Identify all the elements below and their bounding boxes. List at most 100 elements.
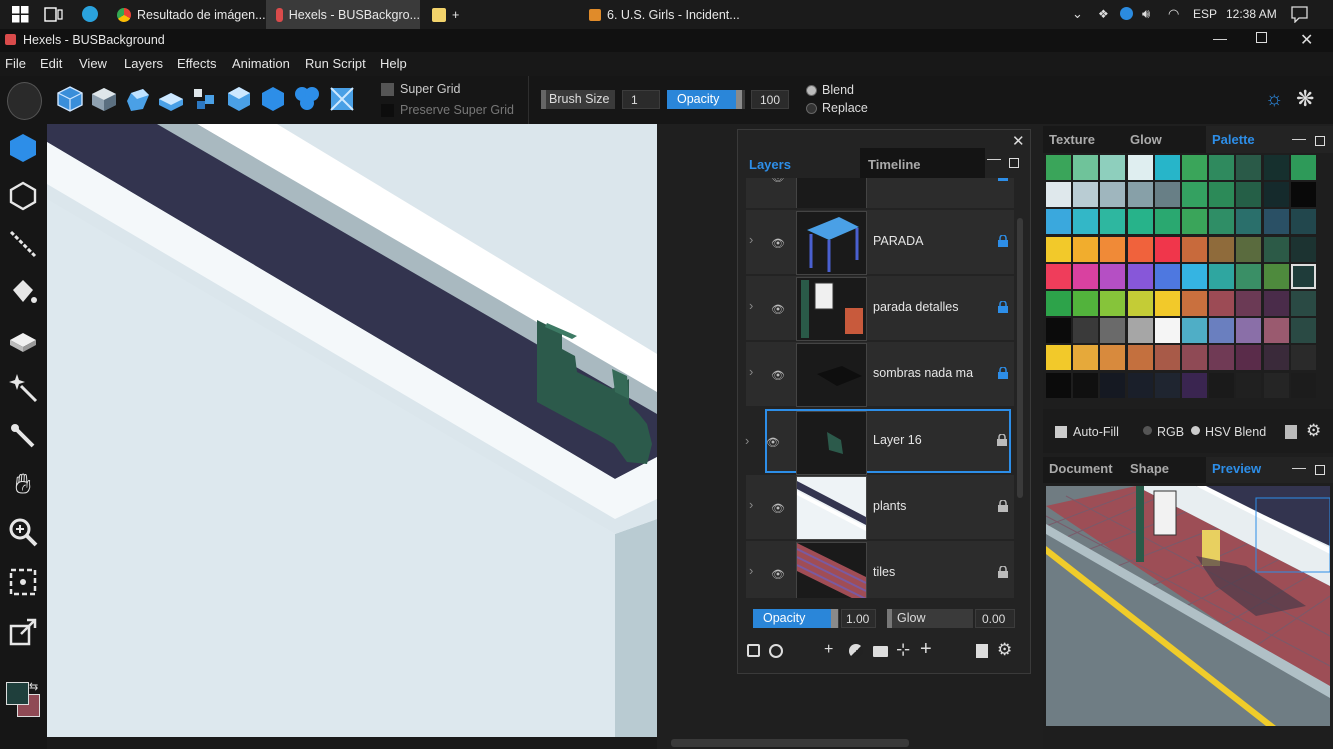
layer-row[interactable]: 👁︎ bus	[746, 178, 1014, 208]
transform-tool[interactable]	[5, 614, 41, 650]
palette-swatch[interactable]	[1263, 345, 1289, 371]
palette-swatch[interactable]	[1290, 291, 1316, 316]
hex-outline-tool[interactable]	[5, 178, 41, 214]
hexagon-icon[interactable]	[259, 85, 287, 113]
canvas-hscrollbar[interactable]	[47, 737, 657, 749]
palette-swatch[interactable]	[1290, 263, 1316, 289]
gear-icon[interactable]: ⚙︎	[1306, 421, 1321, 441]
palette-swatch[interactable]	[1100, 155, 1126, 180]
scatter-cubes-icon[interactable]	[191, 85, 219, 113]
lock-icon[interactable]	[997, 434, 1007, 446]
notifications-icon[interactable]	[1291, 6, 1308, 23]
lock-icon[interactable]	[998, 235, 1008, 247]
palette-swatch[interactable]	[1127, 155, 1153, 180]
palette-swatch[interactable]	[1100, 263, 1126, 289]
palette-swatch[interactable]	[1046, 345, 1071, 371]
menu-view[interactable]: View	[79, 56, 107, 71]
preserve-super-grid-checkbox[interactable]	[381, 104, 394, 117]
palette-swatch[interactable]	[1100, 209, 1126, 235]
palette-swatch[interactable]	[1290, 182, 1316, 208]
tab-timeline[interactable]: Timeline	[860, 148, 985, 178]
eye-icon[interactable]: 👁︎	[771, 303, 785, 316]
diamond-grid-icon[interactable]	[328, 85, 356, 113]
undock-icon[interactable]	[1009, 158, 1019, 168]
palette-grid[interactable]	[1046, 155, 1333, 409]
tab-document[interactable]: Document	[1049, 461, 1113, 476]
hex-brush-tool[interactable]	[5, 130, 41, 166]
marquee-tool[interactable]	[5, 564, 41, 600]
palette-swatch[interactable]	[1073, 263, 1099, 289]
palette-swatch[interactable]	[1100, 291, 1126, 316]
palette-swatch[interactable]	[1073, 155, 1099, 180]
palette-swatch[interactable]	[1127, 182, 1153, 208]
scrollbar-thumb[interactable]	[671, 739, 909, 747]
tab-texture[interactable]: Texture	[1049, 132, 1095, 147]
palette-swatch[interactable]	[1100, 372, 1126, 398]
magic-wand-tool[interactable]	[5, 370, 41, 406]
add-layer-icon[interactable]: +	[824, 641, 833, 659]
palette-swatch[interactable]	[1209, 372, 1235, 398]
layer-glow-slider[interactable]: Glow	[887, 609, 973, 628]
super-grid-checkbox[interactable]	[381, 83, 394, 96]
cube-icon[interactable]	[90, 85, 118, 113]
brush-size-slider[interactable]: Brush Size	[541, 90, 615, 109]
palette-swatch[interactable]	[1100, 345, 1126, 371]
undock-icon[interactable]	[1315, 136, 1325, 146]
palette-swatch[interactable]	[1154, 155, 1180, 180]
task-view-icon[interactable]	[44, 7, 63, 22]
undock-icon[interactable]	[1315, 465, 1325, 475]
palette-swatch[interactable]	[1127, 372, 1153, 398]
palette-swatch[interactable]	[1209, 345, 1235, 371]
layer-row-layer-16-selected[interactable]: › 👁︎ Layer 16	[745, 409, 1011, 475]
palette-swatch[interactable]	[1127, 345, 1153, 371]
rgb-radio[interactable]	[1143, 426, 1152, 435]
palette-swatch[interactable]	[1236, 209, 1262, 235]
restore-icon[interactable]	[1256, 32, 1267, 43]
close-icon[interactable]: ✕	[1300, 30, 1313, 50]
layer-row-parada-detalles[interactable]: › 👁︎ parada detalles	[746, 276, 1014, 341]
taskbar-tab-chrome[interactable]: Resultado de imágen...	[117, 0, 266, 29]
palette-swatch[interactable]	[1100, 182, 1126, 208]
palette-swatch[interactable]	[1290, 155, 1316, 180]
chevron-right-icon[interactable]: ›	[749, 232, 753, 247]
palette-swatch[interactable]	[1154, 372, 1180, 398]
menu-edit[interactable]: Edit	[40, 56, 62, 71]
taskbar-tab-music[interactable]: 6. U.S. Girls - Incident...	[589, 0, 740, 29]
palette-swatch[interactable]	[1046, 291, 1071, 316]
chevron-right-icon[interactable]: ›	[749, 364, 753, 379]
layer-row-parada[interactable]: › 👁︎ PARADA	[746, 210, 1014, 275]
zoom-tool[interactable]	[5, 514, 41, 550]
hex-outline-icon[interactable]	[225, 85, 253, 113]
palette-swatch[interactable]	[1046, 236, 1071, 262]
layer-row-plants[interactable]: › 👁︎ plants	[746, 475, 1014, 540]
palette-swatch[interactable]	[1236, 372, 1262, 398]
eye-icon[interactable]: 👁︎	[771, 502, 785, 515]
fill-tool[interactable]	[5, 274, 41, 310]
palette-swatch[interactable]	[1127, 209, 1153, 235]
palette-swatch[interactable]	[1236, 291, 1262, 316]
avatar-icon[interactable]	[7, 82, 42, 120]
palette-swatch[interactable]	[1046, 372, 1071, 398]
minimize-icon[interactable]: —	[1292, 459, 1306, 475]
replace-radio[interactable]	[806, 103, 817, 114]
gear-icon[interactable]: ⚙︎	[997, 640, 1012, 660]
tab-layers[interactable]: Layers	[743, 148, 860, 178]
eye-icon[interactable]: 👁︎	[766, 436, 780, 449]
palette-swatch[interactable]	[1290, 318, 1316, 344]
palette-swatch[interactable]	[1127, 291, 1153, 316]
layers-scrollbar[interactable]	[1017, 218, 1023, 498]
minimize-icon[interactable]: —	[1292, 130, 1306, 146]
palette-swatch[interactable]	[1263, 182, 1289, 208]
palette-swatch[interactable]	[1046, 318, 1071, 344]
trash-icon[interactable]	[1285, 425, 1297, 439]
layer-glow-input[interactable]: 0.00	[975, 609, 1015, 628]
telegram-icon[interactable]	[82, 6, 98, 22]
taskbar-tab-hexels[interactable]: Hexels - BUSBackgro...	[266, 0, 420, 29]
palette-swatch[interactable]	[1236, 318, 1262, 344]
clock[interactable]: 12:38 AM	[1226, 7, 1277, 21]
hex-cluster-icon[interactable]	[293, 85, 321, 113]
palette-swatch[interactable]	[1046, 209, 1071, 235]
palette-swatch[interactable]	[1290, 345, 1316, 371]
eyedropper-tool[interactable]	[5, 418, 41, 454]
toolbar-opacity-slider[interactable]: Opacity	[667, 90, 745, 109]
